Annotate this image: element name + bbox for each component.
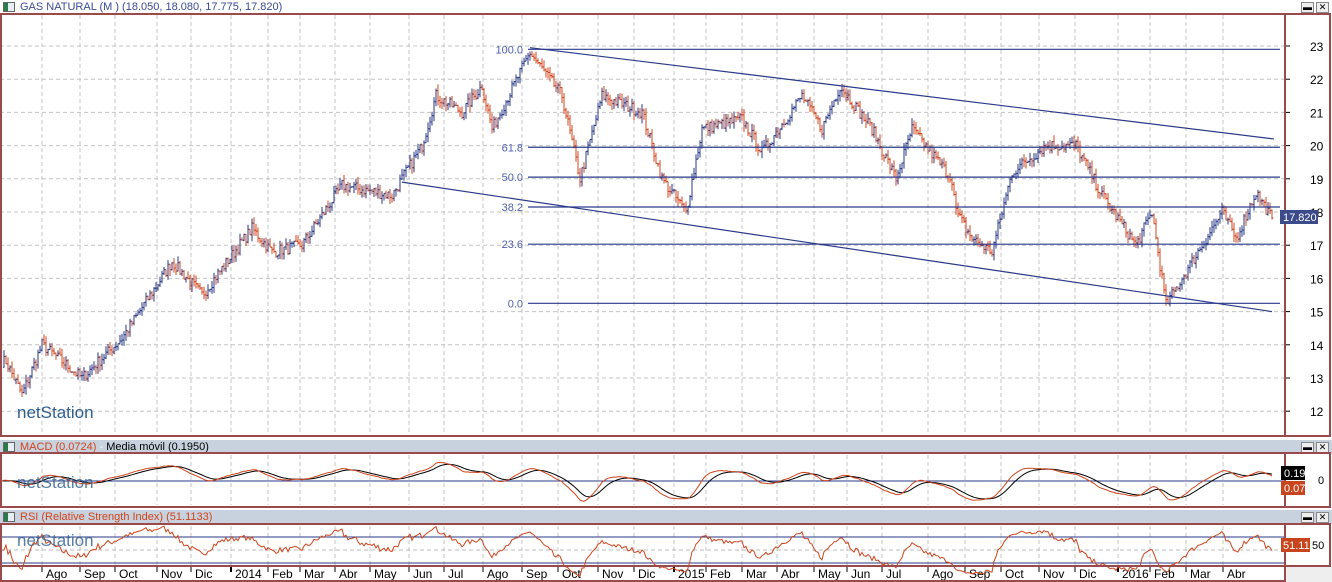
time-axis-label: Abr — [339, 567, 358, 581]
time-axis-label: Abr — [781, 567, 800, 581]
panel-frame — [0, 13, 1331, 437]
time-axis-label: Feb — [710, 567, 731, 581]
rsi-value: 51.11 — [1283, 540, 1310, 552]
panel-frame — [0, 452, 1331, 508]
price-tick-label: 20 — [1310, 140, 1324, 154]
price-tick-label: 13 — [1310, 372, 1324, 386]
time-axis-label: Dic — [195, 567, 212, 581]
fibonacci-level-label: 0.0 — [508, 298, 523, 310]
macd-value: 0.07 — [1284, 483, 1305, 495]
fibonacci-level-label: 61.8 — [502, 142, 523, 154]
time-axis-label: 2014 — [235, 567, 262, 581]
price-tick-label: 15 — [1310, 306, 1324, 320]
time-axis-label: Feb — [272, 567, 293, 581]
time-axis-label: Oct — [562, 567, 581, 581]
fibonacci-level-label: 100.0 — [495, 44, 523, 56]
time-axis-label: Dic — [1079, 567, 1096, 581]
macd-signal-value: 0.19 — [1284, 468, 1305, 480]
macd-line — [1, 461, 1273, 502]
price-tick-label: 22 — [1310, 73, 1324, 87]
panel-frame — [0, 523, 1331, 567]
trend-line — [529, 47, 1275, 140]
corner-area — [1286, 567, 1332, 582]
time-axis-label: 2015 — [678, 567, 705, 581]
time-axis-label: Mar — [304, 567, 325, 581]
price-tick-label: 16 — [1310, 272, 1324, 286]
price-tick-label: 23 — [1310, 40, 1324, 54]
time-axis-label: Ago — [932, 567, 954, 581]
time-axis-label: Ago — [487, 567, 509, 581]
time-axis-label: Sep — [526, 567, 548, 581]
netstation-watermark: netStation — [17, 531, 94, 550]
time-axis-label: Nov — [602, 567, 623, 581]
macd-axis-zero: 0 — [1318, 475, 1324, 487]
last-price-label: 17.820 — [1283, 212, 1317, 224]
fibonacci-level-label: 23.6 — [502, 239, 523, 251]
time-axis-label: Jun — [851, 567, 870, 581]
time-axis-label: Mar — [746, 567, 767, 581]
netstation-watermark: netStation — [17, 403, 94, 422]
price-tick-label: 17 — [1310, 239, 1324, 253]
time-axis-label: Mar — [1190, 567, 1211, 581]
fibonacci-level-label: 38.2 — [502, 202, 523, 214]
price-tick-label: 19 — [1310, 173, 1324, 187]
fibonacci-level-label: 50.0 — [502, 172, 523, 184]
price-tick-label: 14 — [1310, 339, 1324, 353]
time-axis-label: Abr — [1227, 567, 1246, 581]
time-axis-label: Jun — [413, 567, 432, 581]
time-axis-label: Sep — [84, 567, 106, 581]
macd-signal-line — [1, 463, 1273, 500]
time-axis-label: Jul — [886, 567, 901, 581]
chart-canvas[interactable]: 121314151617181920212223AgoSepOctNovDic2… — [0, 0, 1332, 582]
time-axis-label: May — [818, 567, 841, 581]
time-axis-label: Feb — [1154, 567, 1175, 581]
time-axis-label: Nov — [161, 567, 182, 581]
price-tick-label: 21 — [1310, 106, 1324, 120]
time-axis-label: Jul — [448, 567, 463, 581]
time-axis-label: May — [374, 567, 397, 581]
time-axis-label: Nov — [1043, 567, 1064, 581]
time-axis-label: Oct — [1005, 567, 1024, 581]
netstation-watermark: netStation — [17, 473, 94, 492]
price-tick-label: 12 — [1310, 405, 1324, 419]
time-axis-label: Ago — [46, 567, 68, 581]
time-axis-label: Oct — [119, 567, 138, 581]
rsi-axis-50: 50 — [1312, 540, 1324, 552]
time-axis-label: Dic — [638, 567, 655, 581]
